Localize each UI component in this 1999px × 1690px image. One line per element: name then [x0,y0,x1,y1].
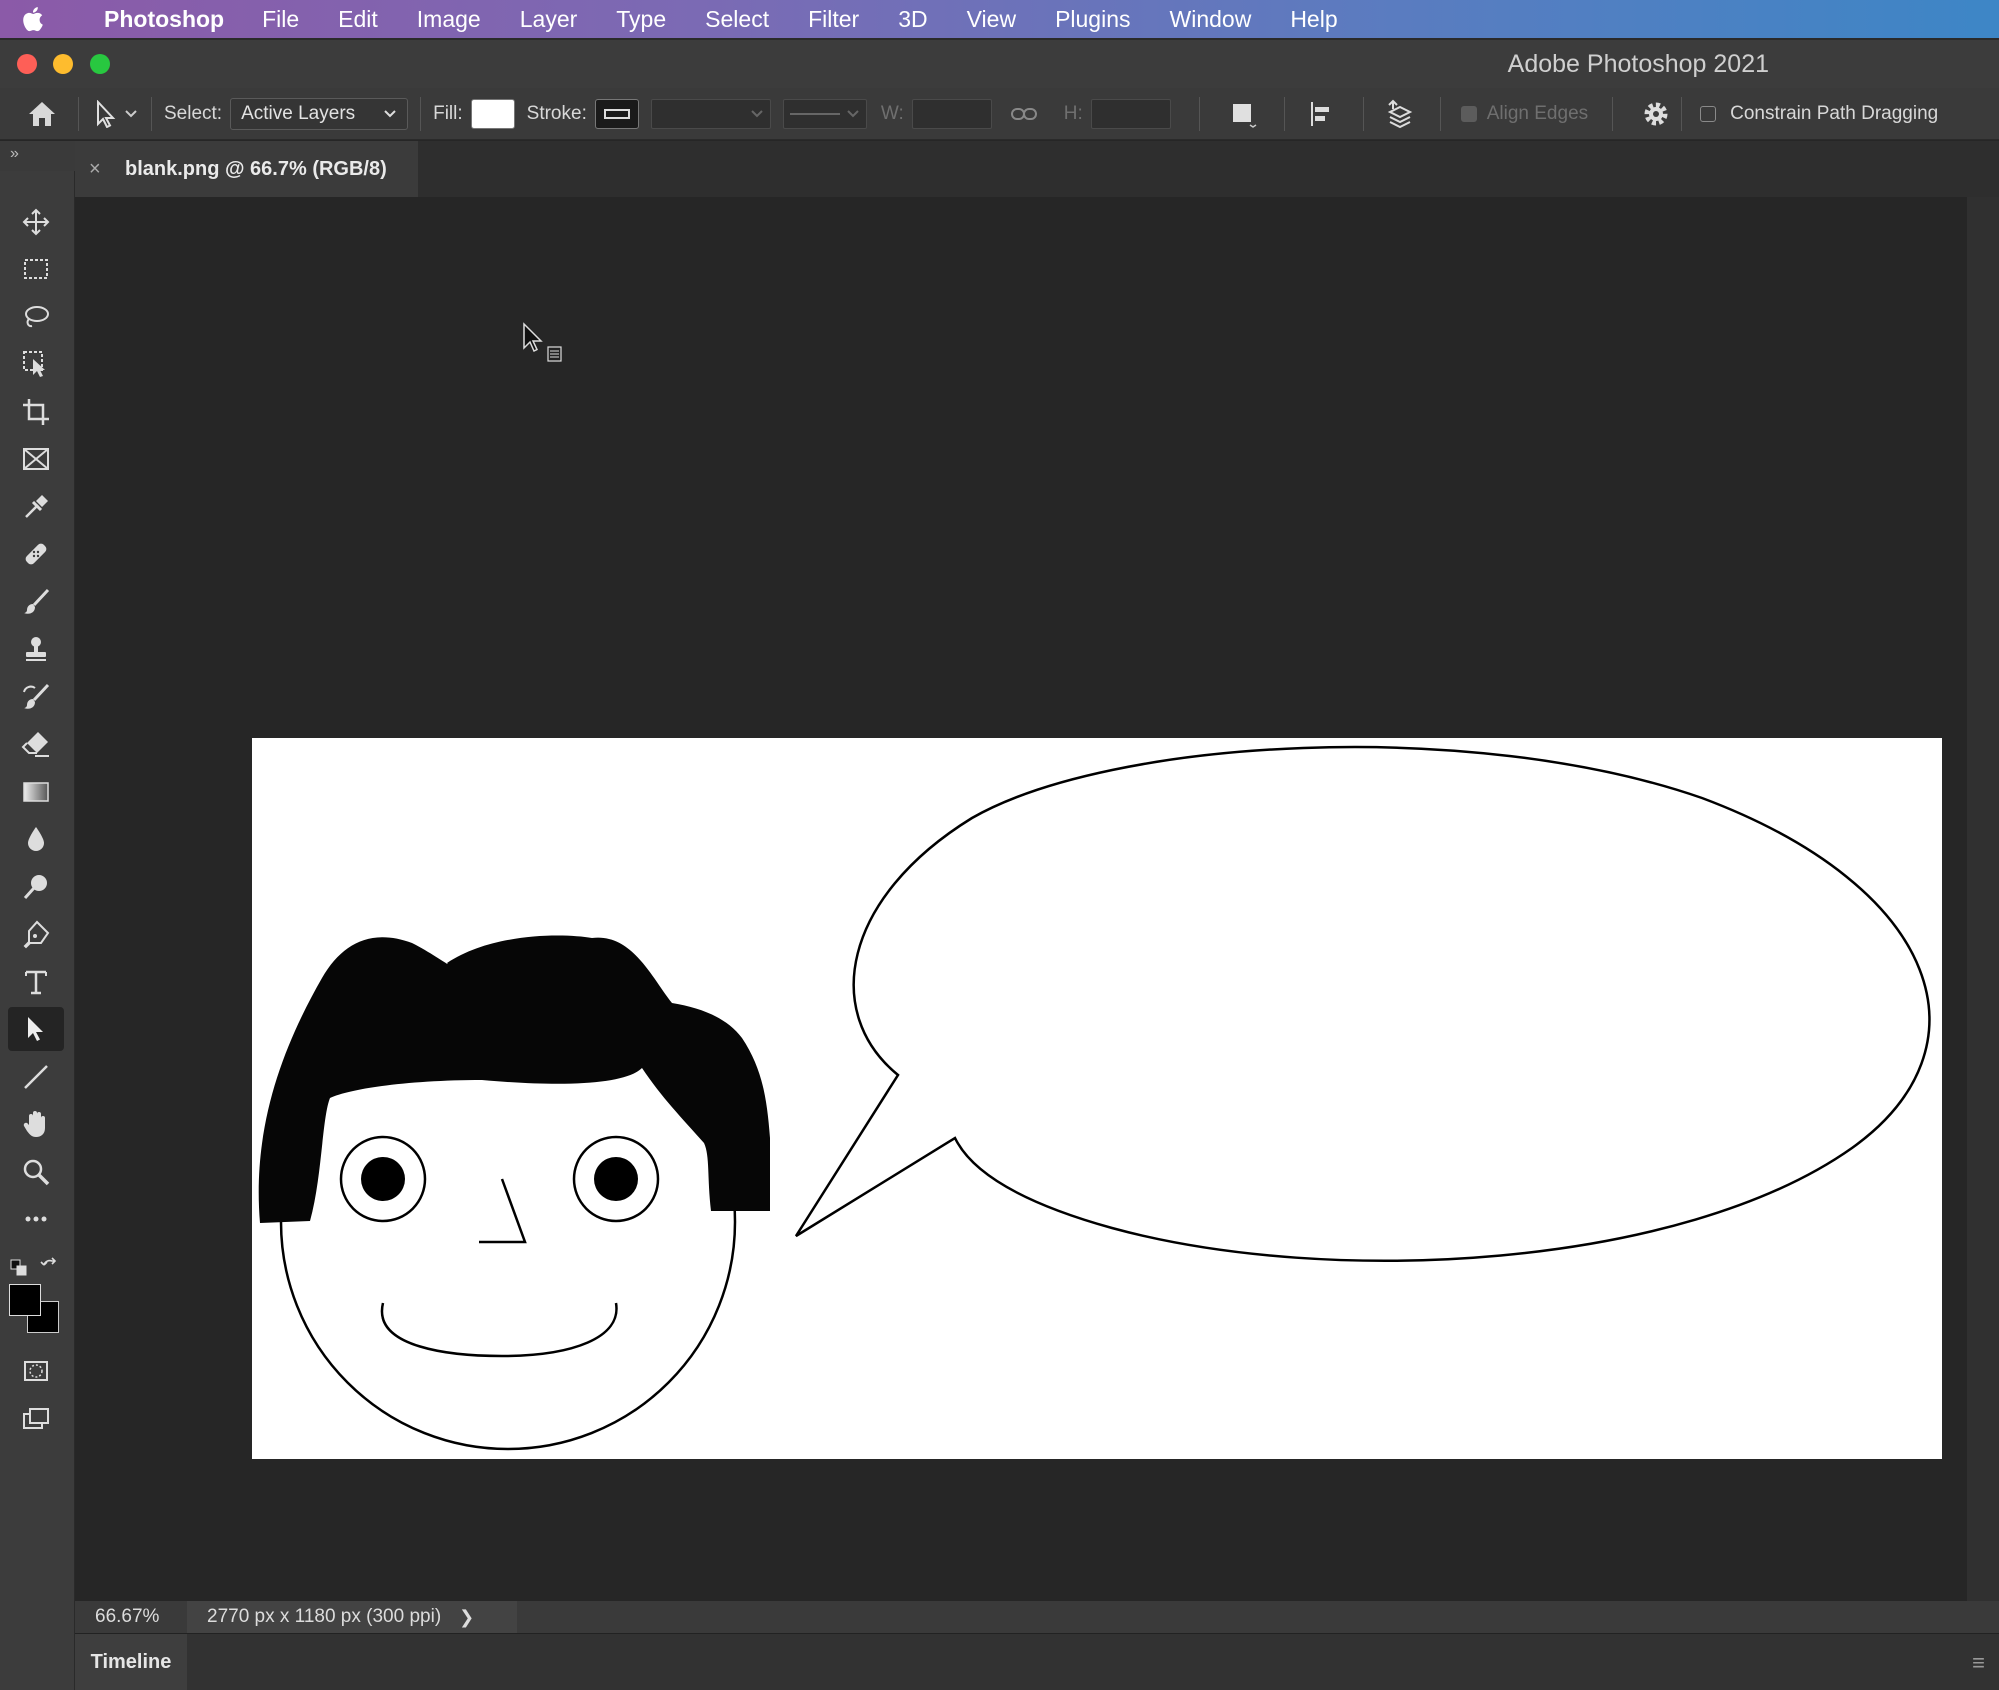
chevron-down-icon [751,109,763,117]
tools-panel [0,171,75,1690]
path-selection-tool-icon[interactable] [8,1007,64,1051]
lasso-tool-icon[interactable] [8,295,64,339]
options-bar: Select: Active Layers Fill: Stroke: W: H… [0,88,1999,140]
menu-layer[interactable]: Layer [520,6,578,33]
menu-window[interactable]: Window [1170,6,1252,33]
home-icon[interactable] [26,99,58,129]
right-pupil [594,1157,638,1201]
window-title: Adobe Photoshop 2021 [1507,50,1769,78]
apple-icon[interactable] [0,0,64,38]
stroke-width-field[interactable] [650,98,771,129]
gear-icon[interactable] [1641,99,1671,129]
menu-type[interactable]: Type [616,6,666,33]
document-canvas[interactable] [252,738,1942,1459]
brush-tool-icon[interactable] [8,580,64,624]
stroke-label: Stroke: [526,102,587,124]
document-tab-title: blank.png @ 66.7% (RGB/8) [125,157,387,180]
constrain-path-dragging-label: Constrain Path Dragging [1730,102,1939,124]
minimize-window-button[interactable] [53,54,73,74]
height-field[interactable] [1090,98,1171,129]
marquee-tool-icon[interactable] [8,247,64,291]
document-info-text: 2770 px x 1180 px (300 ppi) [207,1606,442,1627]
left-pupil [361,1157,405,1201]
zoom-level[interactable]: 66.67% [75,1606,187,1628]
crop-tool-icon[interactable] [8,390,64,434]
fill-swatch[interactable] [470,98,515,129]
frame-tool-icon[interactable] [8,437,64,481]
height-label: H: [1063,102,1083,124]
menu-plugins[interactable]: Plugins [1055,6,1130,33]
canvas-artwork [258,745,1931,1451]
clone-stamp-tool-icon[interactable] [8,627,64,671]
align-edges-checkbox[interactable] [1460,105,1477,122]
chevron-down-icon [847,109,859,117]
chevron-right-icon[interactable]: ❯ [459,1607,474,1628]
document-info[interactable]: 2770 px x 1180 px (300 ppi) ❯ [187,1601,517,1633]
width-field[interactable] [911,98,992,129]
select-dropdown[interactable]: Active Layers [230,97,409,130]
path-alignment-icon[interactable] [1307,99,1337,129]
chevron-down-icon [384,109,396,117]
timeline-tab[interactable]: Timeline [75,1634,187,1690]
type-tool-icon[interactable] [8,960,64,1004]
eraser-tool-icon[interactable] [8,722,64,766]
menu-edit[interactable]: Edit [338,6,378,33]
dodge-tool-icon[interactable] [8,865,64,909]
constrain-path-dragging-checkbox[interactable] [1700,105,1717,122]
mac-menu-bar: Photoshop File Edit Image Layer Type Sel… [0,0,1999,38]
document-tab[interactable]: × blank.png @ 66.7% (RGB/8) [75,141,418,197]
menu-help[interactable]: Help [1290,6,1337,33]
menu-app-photoshop[interactable]: Photoshop [104,6,224,33]
speech-bubble [794,745,1931,1262]
hand-tool-icon[interactable] [8,1102,64,1146]
healing-brush-tool-icon[interactable] [8,532,64,576]
pen-tool-icon[interactable] [8,912,64,956]
close-window-button[interactable] [17,54,37,74]
move-tool-icon[interactable] [8,200,64,244]
collapse-panel-icon[interactable]: » [10,145,19,163]
gradient-tool-icon[interactable] [8,770,64,814]
zoom-tool-icon[interactable] [8,1150,64,1194]
status-bar: 66.67% 2770 px x 1180 px (300 ppi) ❯ [75,1601,1999,1633]
quick-mask-icon[interactable] [8,1349,64,1393]
eyedropper-tool-icon[interactable] [8,485,64,529]
line-tool-icon[interactable] [8,1055,64,1099]
menu-file[interactable]: File [262,6,299,33]
path-operations-icon[interactable] [1228,99,1258,129]
canvas-workspace[interactable] [75,197,1967,1601]
history-brush-tool-icon[interactable] [8,675,64,719]
menu-3d[interactable]: 3D [898,6,927,33]
menu-select[interactable]: Select [705,6,769,33]
fill-label: Fill: [433,102,463,124]
foreground-color-swatch[interactable] [9,1284,41,1316]
panel-menu-icon[interactable]: ≡ [1972,1650,1985,1676]
default-colors-icon[interactable] [10,1259,28,1277]
select-dropdown-value: Active Layers [241,102,356,124]
stroke-swatch[interactable] [594,98,639,129]
path-arrangement-icon[interactable] [1386,99,1420,129]
timeline-panel: Timeline ≡ [75,1633,1999,1690]
select-label: Select: [164,102,223,124]
screen-mode-icon[interactable] [8,1397,64,1441]
align-edges-label: Align Edges [1486,102,1589,124]
stroke-type-dropdown[interactable] [782,98,867,129]
menu-image[interactable]: Image [417,6,481,33]
menu-filter[interactable]: Filter [808,6,859,33]
path-selection-preset-icon[interactable] [95,99,139,128]
link-icon[interactable] [1010,106,1038,122]
blur-tool-icon[interactable] [8,817,64,861]
width-label: W: [880,102,904,124]
swap-colors-icon[interactable] [40,1257,60,1277]
document-tab-bar: × blank.png @ 66.7% (RGB/8) [75,141,1999,197]
object-selection-tool-icon[interactable] [8,342,64,386]
window-title-bar: Adobe Photoshop 2021 [0,38,1999,88]
close-tab-icon[interactable]: × [89,158,111,181]
edit-toolbar-icon[interactable] [8,1197,64,1241]
vertical-scrollbar[interactable] [1967,197,1999,1601]
menu-view[interactable]: View [967,6,1016,33]
zoom-window-button[interactable] [90,54,110,74]
mouse-cursor-icon [521,322,565,371]
